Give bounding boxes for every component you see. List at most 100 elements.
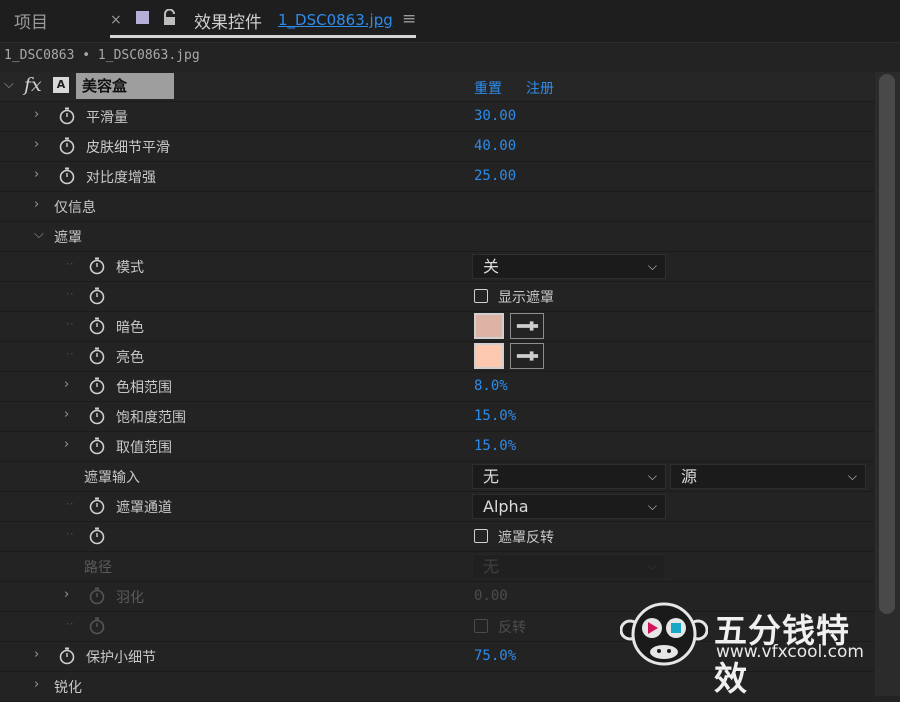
checkbox-label: 遮罩反转 (498, 530, 554, 546)
watermark-url: www.vfxcool.com (716, 642, 864, 662)
close-icon[interactable]: × (110, 12, 122, 28)
dropdown-value: 源 (681, 467, 698, 486)
chevron-down-icon[interactable]: ⌵ (34, 227, 44, 242)
dropdown-value: 无 (483, 557, 500, 576)
invert-checkbox (474, 619, 488, 633)
active-tab-underline (110, 35, 416, 38)
breadcrumb: 1_DSC0863 • 1_DSC0863.jpg (4, 48, 200, 63)
mode-dropdown[interactable]: 关 ⌵ (472, 254, 666, 279)
lock-icon[interactable] (162, 9, 177, 26)
path-dropdown: 无 ⌵ (472, 554, 666, 579)
eyedropper-icon[interactable] (510, 343, 544, 369)
stopwatch-icon[interactable] (88, 497, 106, 515)
light-color-swatch[interactable] (474, 343, 504, 369)
stopwatch-icon[interactable] (58, 137, 76, 155)
chevron-right-icon[interactable]: › (64, 377, 69, 392)
stopwatch-icon[interactable] (88, 407, 106, 425)
register-link[interactable]: 注册 (526, 78, 554, 98)
mask-source-dropdown[interactable]: 源 ⌵ (670, 464, 866, 489)
group-label: 锐化 (54, 680, 82, 696)
chevron-right-icon[interactable]: › (64, 437, 69, 452)
param-value[interactable]: 40.00 (474, 138, 516, 154)
panel-tab-bar: 项目 × 效果控件 1_DSC0863.jpg ≡ (0, 0, 900, 43)
param-row-mode: ·· 模式 关 ⌵ (0, 252, 874, 282)
param-row-hue-range: › 色相范围 8.0% (0, 372, 874, 402)
chevron-down-icon: ⌵ (647, 259, 657, 273)
param-label: 取值范围 (116, 440, 172, 456)
param-value[interactable]: 75.0% (474, 648, 516, 664)
chevron-right-icon[interactable]: › (64, 587, 69, 602)
stopwatch-icon[interactable] (58, 647, 76, 665)
fx-toggle-icon[interactable]: fx (24, 74, 42, 96)
param-label: 饱和度范围 (116, 410, 186, 426)
param-value[interactable]: 25.00 (474, 168, 516, 184)
group-row-mask: ⌵ 遮罩 (0, 222, 874, 252)
param-value[interactable]: 8.0% (474, 378, 508, 394)
param-row-dark-color: ·· 暗色 (0, 312, 874, 342)
chevron-right-icon[interactable]: › (34, 107, 39, 122)
param-label: 对比度增强 (86, 170, 156, 186)
tree-indent-dots: ·· (66, 497, 74, 511)
param-row-mask-input: 遮罩输入 无 ⌵ 源 ⌵ (0, 462, 874, 492)
reset-link[interactable]: 重置 (474, 78, 502, 98)
param-row-skin-detail: › 皮肤细节平滑 40.00 (0, 132, 874, 162)
scrollbar-thumb[interactable] (879, 74, 895, 614)
stopwatch-icon[interactable] (88, 257, 106, 275)
param-value[interactable]: 15.0% (474, 408, 516, 424)
param-label: 路径 (84, 560, 112, 576)
param-row-saturation-range: › 饱和度范围 15.0% (0, 402, 874, 432)
param-label: 遮罩输入 (84, 470, 140, 486)
chevron-down-icon[interactable]: ⌵ (4, 77, 14, 92)
chevron-down-icon: ⌵ (847, 469, 857, 483)
stopwatch-icon[interactable] (88, 437, 106, 455)
stopwatch-icon[interactable] (88, 527, 106, 545)
stopwatch-icon[interactable] (88, 377, 106, 395)
chevron-down-icon: ⌵ (647, 559, 657, 573)
stopwatch-icon[interactable] (58, 167, 76, 185)
color-label-icon (136, 11, 149, 24)
param-label: 皮肤细节平滑 (86, 140, 170, 156)
stopwatch-icon[interactable] (88, 287, 106, 305)
param-value: 0.00 (474, 588, 508, 604)
mask-channel-dropdown[interactable]: Alpha ⌵ (472, 494, 666, 519)
param-row-path: 路径 无 ⌵ (0, 552, 874, 582)
tab-file-link[interactable]: 1_DSC0863.jpg (278, 11, 393, 29)
param-value[interactable]: 30.00 (474, 108, 516, 124)
hamburger-menu-icon[interactable]: ≡ (402, 9, 416, 29)
chevron-right-icon[interactable]: › (64, 407, 69, 422)
group-label: 仅信息 (54, 200, 96, 216)
param-row-mask-channel: ·· 遮罩通道 Alpha ⌵ (0, 492, 874, 522)
mask-input-dropdown[interactable]: 无 ⌵ (472, 464, 666, 489)
param-row-value-range: › 取值范围 15.0% (0, 432, 874, 462)
param-row-contrast: › 对比度增强 25.00 (0, 162, 874, 192)
stopwatch-icon[interactable] (88, 347, 106, 365)
mask-invert-checkbox[interactable] (474, 529, 488, 543)
dark-color-swatch[interactable] (474, 313, 504, 339)
effect-name[interactable]: 美容盒 (76, 73, 174, 99)
param-label: 遮罩通道 (116, 500, 172, 516)
tab-project[interactable]: 项目 (14, 8, 48, 33)
chevron-right-icon[interactable]: › (34, 677, 39, 692)
stopwatch-icon (89, 587, 105, 605)
stopwatch-icon[interactable] (58, 107, 76, 125)
param-label: 平滑量 (86, 110, 128, 126)
dropdown-value: 关 (483, 257, 500, 276)
show-mask-checkbox[interactable] (474, 289, 488, 303)
eyedropper-icon[interactable] (510, 313, 544, 339)
tab-effect-controls[interactable]: 效果控件 (194, 8, 262, 33)
watermark: 五分钱特效 www.vfxcool.com (620, 600, 880, 698)
tree-indent-dots: ·· (66, 527, 74, 541)
chevron-right-icon[interactable]: › (34, 167, 39, 182)
stopwatch-icon[interactable] (88, 317, 106, 335)
param-row-smoothness: › 平滑量 30.00 (0, 102, 874, 132)
param-label: 羽化 (116, 590, 144, 606)
checkbox-label: 显示遮罩 (498, 290, 554, 306)
chevron-right-icon[interactable]: › (34, 137, 39, 152)
monkey-logo-icon (620, 602, 708, 666)
group-row-info-only: › 仅信息 (0, 192, 874, 222)
tree-indent-dots: ·· (66, 617, 74, 631)
chevron-right-icon[interactable]: › (34, 647, 39, 662)
param-value[interactable]: 15.0% (474, 438, 516, 454)
dropdown-value: 无 (483, 467, 500, 486)
chevron-right-icon[interactable]: › (34, 197, 39, 212)
